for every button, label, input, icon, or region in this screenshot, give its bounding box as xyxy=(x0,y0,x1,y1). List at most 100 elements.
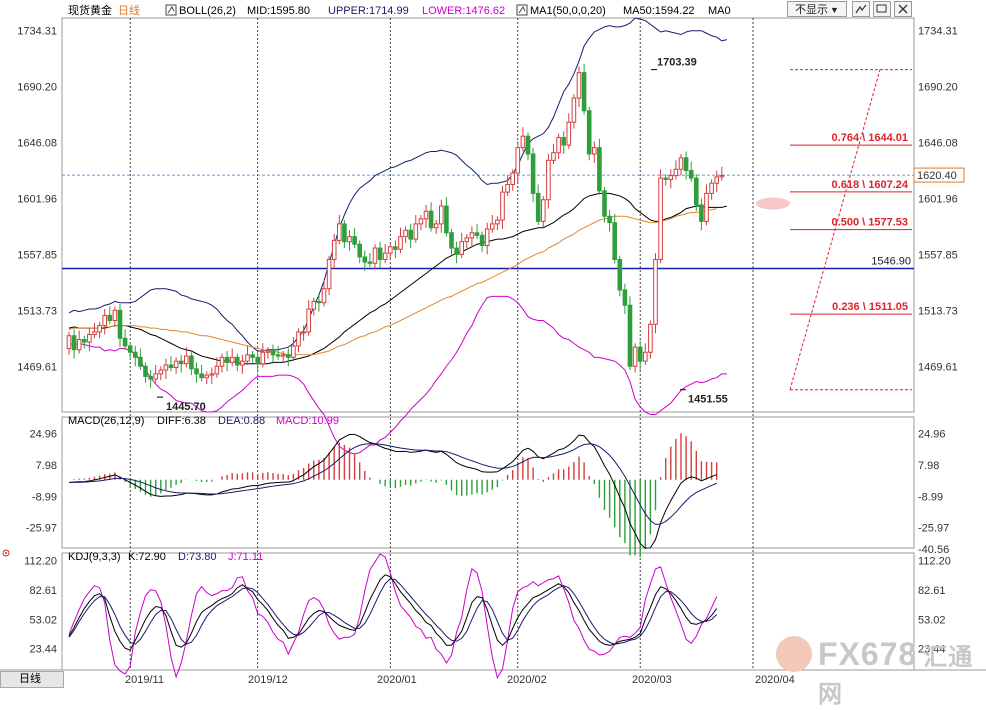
macd-tick-right: -8.99 xyxy=(918,491,943,503)
macd-macd-value: MACD:10.99 xyxy=(276,415,339,427)
fib-level-label: 0.618 \ 1607.24 xyxy=(832,179,909,191)
macd-diff-value: DIFF:6.38 xyxy=(157,415,206,427)
candle-body xyxy=(158,369,164,375)
price-tick-right: 1601.96 xyxy=(918,194,958,206)
candle-body xyxy=(107,314,113,321)
candle-body xyxy=(153,373,158,380)
candle-body xyxy=(576,72,582,99)
candle-body xyxy=(291,345,296,358)
candle-body xyxy=(209,373,215,376)
candle-body xyxy=(275,354,281,357)
candle[interactable] xyxy=(326,255,332,296)
candle-body xyxy=(199,373,204,379)
candle-body xyxy=(316,300,322,304)
candle[interactable] xyxy=(617,255,623,297)
watermark-icon xyxy=(776,636,812,672)
candle-body xyxy=(377,247,383,260)
candle-body xyxy=(663,177,669,180)
candle-body xyxy=(163,364,169,371)
settings-icon[interactable] xyxy=(852,1,870,17)
candle-body xyxy=(286,354,291,358)
candle-body xyxy=(347,236,352,243)
restore-window-icon[interactable] xyxy=(873,1,891,17)
candle-body xyxy=(719,175,725,178)
candle-body xyxy=(495,219,500,225)
candle-body xyxy=(148,375,153,380)
candle-body xyxy=(535,192,541,222)
candle-body xyxy=(311,300,317,310)
candle-body xyxy=(321,288,327,304)
candle-body xyxy=(709,182,714,194)
ma0-value: MA0 xyxy=(708,5,731,17)
candle-body xyxy=(250,354,255,358)
kdj-d-value: D:73.80 xyxy=(178,551,217,563)
tab-daily[interactable]: 日线 xyxy=(0,671,64,688)
candle-body xyxy=(474,232,480,236)
macd-name: MACD(26,12,9) xyxy=(68,415,144,427)
candle-body xyxy=(571,97,577,123)
price-tick-right: 1646.08 xyxy=(918,137,958,149)
candle-body xyxy=(280,354,286,357)
candle-body xyxy=(87,333,92,343)
ma50-value: MA50:1594.22 xyxy=(623,5,695,17)
hide-indicator-dropdown[interactable]: 不显示 ▼ xyxy=(787,1,847,17)
candle-body xyxy=(500,191,505,221)
kdj-k-value: K:72.90 xyxy=(128,551,166,563)
candle-body xyxy=(214,365,220,375)
ma1-name: MA1(50,0,0,20) xyxy=(530,5,606,17)
candle-body xyxy=(688,170,694,179)
candle-body xyxy=(673,168,679,177)
kdj-settings-icon[interactable] xyxy=(2,549,10,557)
candle-body xyxy=(541,199,546,222)
price-annotation: 1445.70 xyxy=(166,401,206,413)
candle-body xyxy=(122,337,128,347)
candle-body xyxy=(525,135,531,155)
candle[interactable] xyxy=(653,253,658,334)
candle-body xyxy=(658,177,663,260)
price-tick-right: 1690.20 xyxy=(918,81,958,93)
candle-body xyxy=(479,234,485,247)
candle-body xyxy=(586,110,592,155)
candle-body xyxy=(178,360,184,365)
watermark-logo: FX678 汇通网 xyxy=(770,630,980,708)
panel-frame xyxy=(61,17,915,413)
candle-body xyxy=(189,355,194,370)
macd-tick-right: 7.98 xyxy=(918,460,939,472)
candle-body xyxy=(566,121,572,146)
period-label: 日线 xyxy=(118,3,140,17)
hide-label: 不显示 xyxy=(795,4,829,16)
candle-body xyxy=(342,223,347,243)
candle-body xyxy=(82,339,87,343)
candle-body xyxy=(439,205,444,225)
fib-level-label: 0.236 \ 1511.05 xyxy=(832,301,908,313)
time-label: 2020/01 xyxy=(377,674,417,686)
kdj-tick-left: 112.20 xyxy=(24,556,57,568)
candle-body xyxy=(398,236,403,250)
candle-body xyxy=(469,232,475,239)
candle-body xyxy=(561,136,567,146)
kdj-tick-right: 112.20 xyxy=(918,556,951,568)
watermark-text: FX678 汇通网 xyxy=(818,636,974,708)
candle[interactable] xyxy=(586,106,592,161)
candle-body xyxy=(668,175,674,180)
candle-body xyxy=(372,247,378,264)
candle-body xyxy=(505,183,510,193)
candle-body xyxy=(683,157,689,172)
fib-level-label: 0.500 \ 1577.53 xyxy=(832,217,908,229)
price-tick-left: 1557.85 xyxy=(17,250,57,262)
time-label: 2019/12 xyxy=(248,674,288,686)
macd-tick-left: 24.96 xyxy=(29,429,57,441)
kdj-tick-left: 23.44 xyxy=(29,644,57,656)
candle-body xyxy=(143,365,148,377)
kdj-name: KDJ(9,3,3) xyxy=(68,551,121,563)
kdj-j-value: J:71.11 xyxy=(228,551,263,563)
candle-body xyxy=(632,346,638,367)
close-icon[interactable] xyxy=(894,1,912,17)
candle[interactable] xyxy=(658,169,663,264)
candle-body xyxy=(704,192,709,222)
candle-body xyxy=(265,350,271,353)
chart-canvas: 1546.90 1620.40 0.764 \ 1644.01 0.618 \ 160… xyxy=(0,3,986,686)
candle-body xyxy=(449,232,454,249)
candle-body xyxy=(551,152,556,161)
candle[interactable] xyxy=(627,296,633,371)
